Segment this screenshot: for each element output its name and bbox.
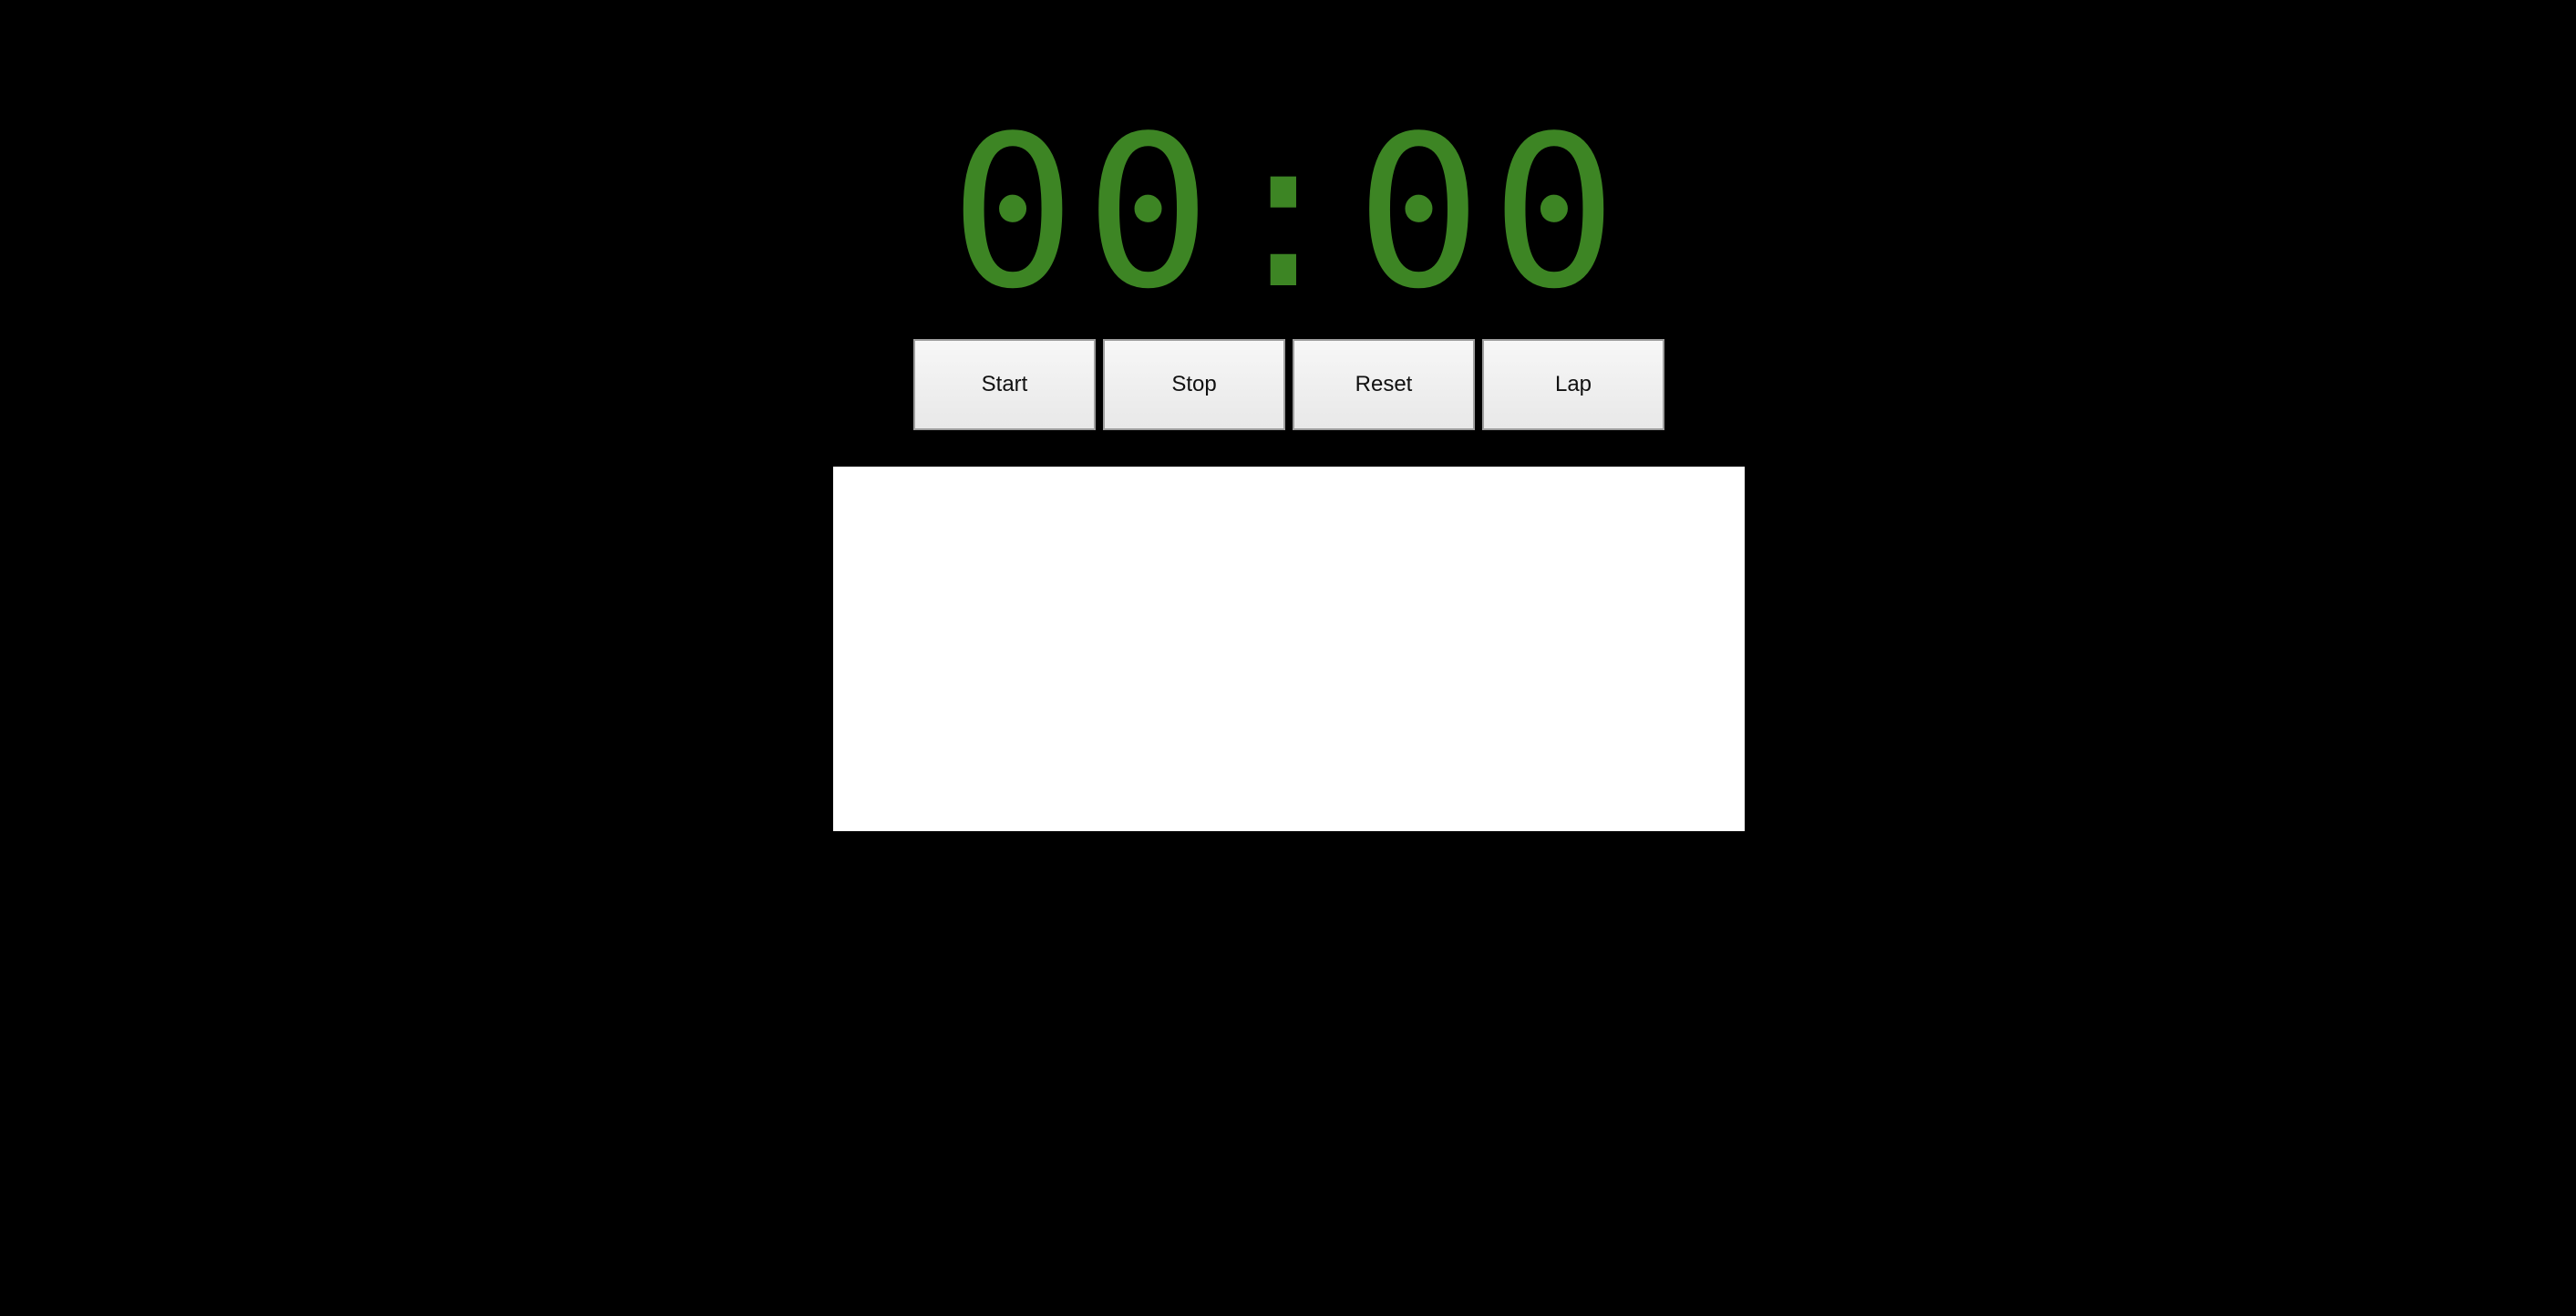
- reset-button[interactable]: Reset: [1293, 339, 1475, 430]
- start-button[interactable]: Start: [913, 339, 1096, 430]
- lap-list: [833, 467, 1745, 831]
- time-display: 00:00: [949, 92, 1627, 335]
- control-bar: Start Stop Reset Lap: [913, 339, 1664, 430]
- stopwatch-app: 00:00 Start Stop Reset Lap: [0, 0, 2576, 1316]
- stop-button[interactable]: Stop: [1103, 339, 1285, 430]
- lap-button[interactable]: Lap: [1482, 339, 1664, 430]
